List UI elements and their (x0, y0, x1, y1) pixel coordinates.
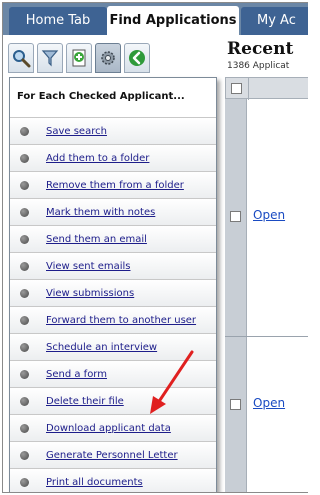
bullet-icon (20, 153, 29, 163)
bullet-icon (20, 207, 29, 217)
menu-item-view-sent-emails[interactable]: View sent emails (10, 253, 216, 280)
results-table: Open Open (225, 77, 308, 492)
search-button[interactable] (8, 43, 34, 73)
menu-item-generate-letter[interactable]: Generate Personnel Letter (10, 442, 216, 469)
bullet-icon (20, 342, 29, 352)
tab-my-account[interactable]: My Ac (241, 7, 308, 35)
menu-item-forward-user[interactable]: Forward them to another user (10, 307, 216, 334)
menu-item-save-search[interactable]: Save search (10, 118, 216, 145)
menu-item-remove-from-folder[interactable]: Remove them from a folder (10, 172, 216, 199)
bullet-icon (20, 477, 29, 487)
menu-item-download-data[interactable]: Download applicant data (10, 415, 216, 442)
table-header (225, 77, 308, 100)
menu-item-send-email[interactable]: Send them an email (10, 226, 216, 253)
menu-item-mark-notes[interactable]: Mark them with notes (10, 199, 216, 226)
select-all-checkbox[interactable] (231, 83, 242, 94)
open-link[interactable]: Open (253, 208, 285, 222)
bullet-icon (20, 315, 29, 325)
bullet-icon (20, 369, 29, 379)
menu-item-schedule-interview[interactable]: Schedule an interview (10, 334, 216, 361)
back-arrow-icon (129, 50, 145, 66)
bullet-icon (20, 288, 29, 298)
page-title: Recent (227, 39, 294, 59)
toolbar (6, 41, 218, 77)
bullet-icon (20, 126, 29, 136)
add-document-icon (72, 49, 86, 67)
bullet-icon (20, 450, 29, 460)
row-checkbox[interactable] (230, 399, 241, 410)
menu-header: For Each Checked Applicant... (10, 78, 216, 118)
row-checkbox[interactable] (230, 211, 241, 222)
open-link[interactable]: Open (253, 396, 285, 410)
back-button[interactable] (124, 43, 150, 73)
bullet-icon (20, 180, 29, 190)
bullet-icon (20, 396, 29, 406)
bullet-icon (20, 423, 29, 433)
menu-item-print-documents[interactable]: Print all documents (10, 469, 216, 492)
settings-icon (101, 51, 115, 65)
tab-find-applications[interactable]: Find Applications (107, 6, 239, 36)
menu-item-view-submissions[interactable]: View submissions (10, 280, 216, 307)
results-count: 1386 Applicat (227, 61, 290, 71)
settings-button[interactable] (95, 43, 121, 73)
filter-icon (41, 50, 59, 67)
filter-button[interactable] (37, 43, 63, 73)
menu-item-send-form[interactable]: Send a form (10, 361, 216, 388)
bullet-icon (20, 234, 29, 244)
table-row: Open (225, 99, 308, 337)
search-icon (13, 50, 31, 68)
tab-bar: Home Tab Find Applications My Ac (3, 3, 308, 36)
table-row: Open (225, 337, 308, 492)
actions-dropdown-menu: For Each Checked Applicant... Save searc… (9, 77, 217, 492)
column-divider (248, 78, 249, 100)
application-frame: Home Tab Find Applications My Ac Recent … (2, 2, 308, 493)
tab-home[interactable]: Home Tab (9, 7, 107, 35)
menu-item-delete-file[interactable]: Delete their file (10, 388, 216, 415)
menu-item-add-to-folder[interactable]: Add them to a folder (10, 145, 216, 172)
add-document-button[interactable] (66, 43, 92, 73)
bullet-icon (20, 261, 29, 271)
